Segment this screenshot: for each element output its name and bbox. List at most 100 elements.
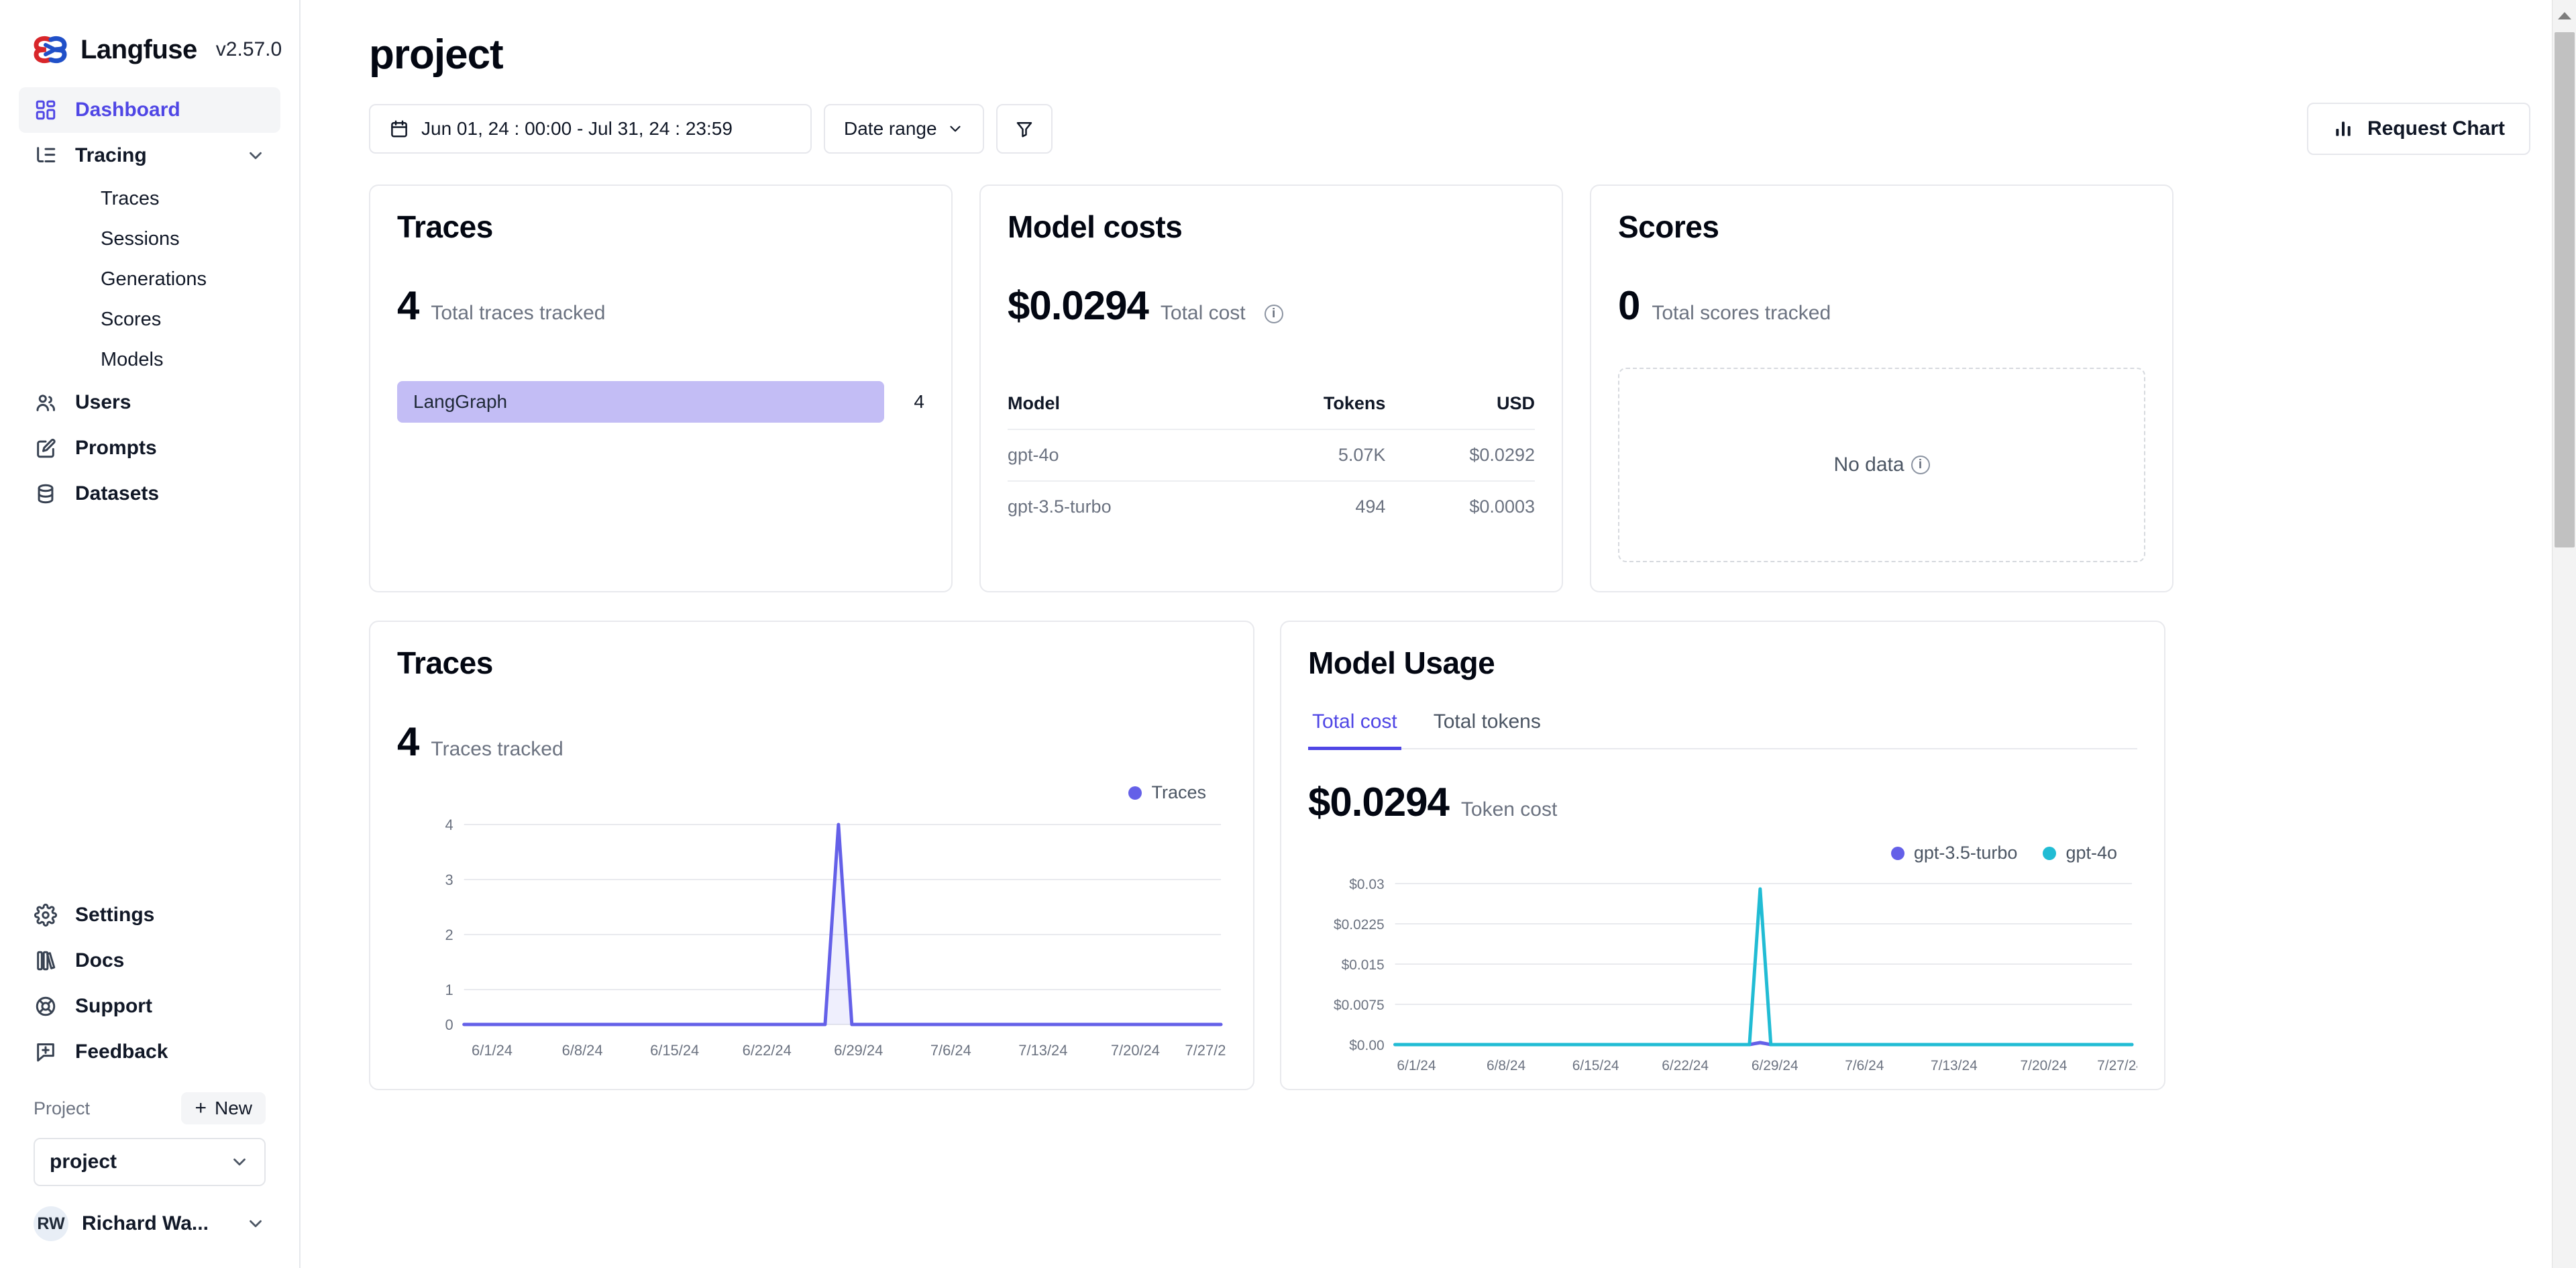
project-select-value: project bbox=[50, 1151, 117, 1173]
sidebar: Langfuse v2.57.0 ↑ Dashboard Tracing bbox=[0, 0, 307, 1268]
traces-chart-card: Traces 4 Traces tracked Traces 4 3 2 1 0… bbox=[369, 621, 1254, 1090]
svg-text:7/6/24: 7/6/24 bbox=[1845, 1058, 1884, 1073]
gear-icon bbox=[34, 903, 58, 927]
filter-icon bbox=[1016, 122, 1032, 138]
svg-text:6/29/24: 6/29/24 bbox=[834, 1042, 883, 1059]
legend-dot-icon bbox=[1890, 846, 1904, 860]
svg-text:3: 3 bbox=[445, 871, 453, 888]
request-chart-button[interactable]: Request Chart bbox=[2306, 103, 2530, 155]
filter-button[interactable] bbox=[996, 104, 1053, 154]
sidebar-item-label: Dashboard bbox=[75, 99, 180, 121]
model-usage-label: Token cost bbox=[1460, 798, 1558, 821]
book-icon bbox=[34, 949, 58, 973]
tab-total-cost[interactable]: Total cost bbox=[1308, 710, 1401, 750]
sidebar-item-scores[interactable]: Scores bbox=[19, 299, 280, 339]
svg-text:6/1/24: 6/1/24 bbox=[1397, 1058, 1436, 1073]
page-scrollbar[interactable] bbox=[2552, 0, 2576, 1268]
svg-text:$0.00: $0.00 bbox=[1349, 1038, 1384, 1053]
tracing-icon bbox=[34, 144, 58, 168]
legend-item-gpt-35-turbo[interactable]: gpt-3.5-turbo bbox=[1890, 843, 2018, 863]
traces-chart-label: Traces tracked bbox=[431, 738, 564, 760]
legend-item-traces[interactable]: Traces bbox=[1128, 782, 1206, 803]
sidebar-item-tracing[interactable]: Tracing bbox=[19, 133, 280, 178]
brand-name: Langfuse bbox=[80, 34, 197, 64]
brand-version: v2.57.0 bbox=[215, 38, 282, 60]
scores-metric: 0 Total scores tracked bbox=[1618, 282, 2145, 329]
new-project-button[interactable]: + New bbox=[181, 1092, 266, 1124]
tab-total-tokens[interactable]: Total tokens bbox=[1430, 710, 1545, 750]
plus-icon: + bbox=[195, 1097, 207, 1119]
traces-summary-card: Traces 4 Total traces tracked LangGraph … bbox=[369, 184, 953, 592]
sidebar-item-datasets[interactable]: Datasets bbox=[19, 471, 280, 517]
date-range-value: Jun 01, 24 : 00:00 - Jul 31, 24 : 23:59 bbox=[421, 118, 733, 139]
svg-text:4: 4 bbox=[445, 816, 453, 833]
svg-text:0: 0 bbox=[445, 1016, 453, 1033]
scores-total-label: Total scores tracked bbox=[1652, 302, 1831, 324]
date-range-input[interactable]: Jun 01, 24 : 00:00 - Jul 31, 24 : 23:59 bbox=[369, 104, 812, 154]
svg-text:6/22/24: 6/22/24 bbox=[1662, 1058, 1709, 1073]
scores-total-value: 0 bbox=[1618, 283, 1640, 328]
sidebar-item-label: Support bbox=[75, 995, 152, 1017]
svg-text:6/1/24: 6/1/24 bbox=[472, 1042, 513, 1059]
sidebar-item-prompts[interactable]: Prompts bbox=[19, 425, 280, 471]
brand[interactable]: Langfuse v2.57.0 ↑ bbox=[0, 0, 307, 64]
svg-text:7/27/24: 7/27/24 bbox=[1185, 1042, 1226, 1059]
chevron-down-icon[interactable] bbox=[246, 146, 266, 166]
traces-chart-value: 4 bbox=[397, 719, 419, 764]
sidebar-item-label: Docs bbox=[75, 949, 125, 971]
traces-line-chart[interactable]: 4 3 2 1 0 6/1/24 6/8/24 6/15/24 6/22/24 … bbox=[397, 815, 1226, 1063]
traces-bar-track: LangGraph bbox=[397, 381, 884, 423]
legend-label: gpt-3.5-turbo bbox=[1913, 843, 2018, 863]
scrollbar-thumb[interactable] bbox=[2555, 32, 2575, 547]
model-usage-legend: gpt-3.5-turbo gpt-4o bbox=[1308, 843, 2137, 863]
model-usage-line-chart[interactable]: $0.03 $0.0225 $0.015 $0.0075 $0.00 6/1/2… bbox=[1308, 876, 2137, 1077]
sidebar-item-label: Datasets bbox=[75, 482, 160, 505]
traces-bar-fill[interactable]: LangGraph bbox=[397, 381, 884, 423]
date-range-preset-select[interactable]: Date range bbox=[824, 104, 984, 154]
sidebar-item-users[interactable]: Users bbox=[19, 380, 280, 425]
project-label: Project bbox=[34, 1098, 91, 1118]
scrollbar-up-arrow[interactable] bbox=[2553, 0, 2576, 31]
request-chart-label: Request Chart bbox=[2367, 117, 2505, 140]
model-costs-total-label: Total cost bbox=[1160, 302, 1246, 324]
calendar-icon bbox=[391, 120, 407, 138]
no-data-label: No data bbox=[1833, 454, 1904, 476]
info-icon[interactable]: i bbox=[1911, 456, 1930, 474]
project-select[interactable]: project bbox=[34, 1138, 266, 1186]
model-costs-table: Model Tokens USD gpt-4o 5.07K $0.0292 gp… bbox=[1008, 393, 1535, 532]
sidebar-item-label: Settings bbox=[75, 904, 155, 926]
svg-text:$0.0225: $0.0225 bbox=[1334, 917, 1385, 933]
svg-text:7/20/24: 7/20/24 bbox=[2021, 1058, 2068, 1073]
cell-model: gpt-3.5-turbo bbox=[1008, 480, 1244, 532]
card-title: Model Usage bbox=[1308, 645, 1495, 680]
sidebar-item-feedback[interactable]: Feedback bbox=[19, 1029, 280, 1075]
sidebar-subitem-label: Sessions bbox=[101, 227, 180, 250]
sidebar-subitem-label: Traces bbox=[101, 187, 160, 209]
card-title: Model costs bbox=[1008, 209, 1183, 244]
svg-text:6/8/24: 6/8/24 bbox=[1487, 1058, 1526, 1073]
traces-total-label: Total traces tracked bbox=[431, 302, 606, 324]
sidebar-item-sessions[interactable]: Sessions bbox=[19, 219, 280, 259]
sidebar-item-settings[interactable]: Settings bbox=[19, 892, 280, 938]
model-usage-value: $0.0294 bbox=[1308, 780, 1450, 825]
table-row: gpt-3.5-turbo 494 $0.0003 bbox=[1008, 480, 1535, 532]
sidebar-item-dashboard[interactable]: Dashboard bbox=[19, 87, 280, 133]
column-header-usd: USD bbox=[1496, 393, 1535, 413]
project-section-header: Project + New bbox=[19, 1086, 280, 1128]
cell-tokens: 494 bbox=[1244, 480, 1386, 532]
card-title: Traces bbox=[397, 209, 493, 244]
svg-text:6/22/24: 6/22/24 bbox=[743, 1042, 792, 1059]
info-icon[interactable]: i bbox=[1264, 305, 1283, 323]
sidebar-item-docs[interactable]: Docs bbox=[19, 938, 280, 984]
metrics-row: Traces 4 Total traces tracked LangGraph … bbox=[369, 184, 2530, 592]
user-menu[interactable]: RW Richard Wa... bbox=[0, 1186, 299, 1268]
legend-dot-icon bbox=[1128, 786, 1142, 800]
sidebar-item-generations[interactable]: Generations bbox=[19, 259, 280, 299]
sidebar-item-support[interactable]: Support bbox=[19, 984, 280, 1029]
legend-item-gpt-4o[interactable]: gpt-4o bbox=[2043, 843, 2117, 863]
legend-dot-icon bbox=[2043, 846, 2057, 860]
sidebar-item-traces[interactable]: Traces bbox=[19, 178, 280, 219]
traces-bar-row: LangGraph 4 bbox=[397, 381, 924, 423]
sidebar-item-models[interactable]: Models bbox=[19, 339, 280, 380]
